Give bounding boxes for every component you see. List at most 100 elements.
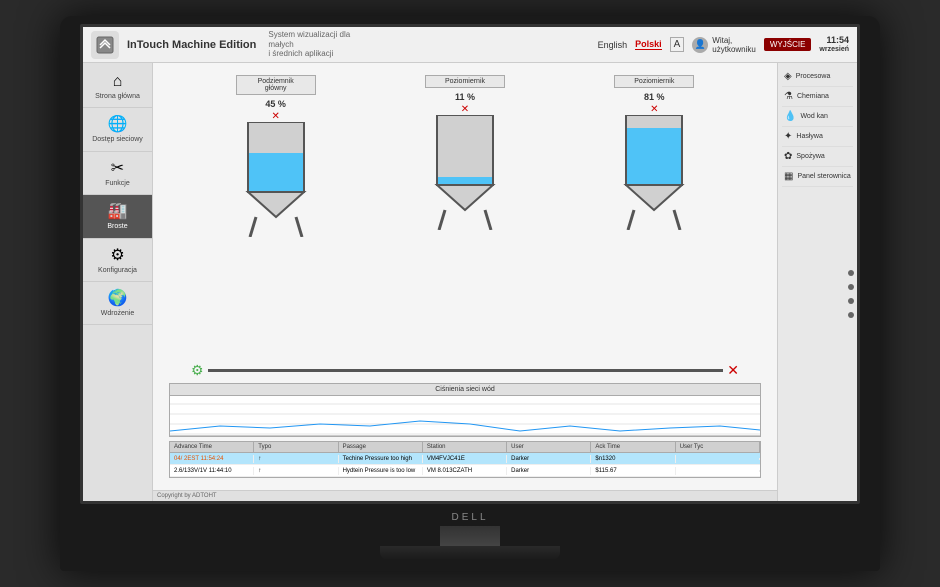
- right-nav-haslywa-label: Hasływa: [796, 133, 822, 140]
- alarm-1-user-tyc: [676, 458, 760, 460]
- factory-icon: 🏭: [108, 201, 128, 221]
- chemiana-icon: ⚗: [784, 91, 793, 102]
- globe-icon: 🌍: [108, 288, 128, 308]
- monitor-btn-1[interactable]: [848, 270, 854, 276]
- monitor-btn-3[interactable]: [848, 298, 854, 304]
- col-station: Station: [423, 442, 507, 452]
- lang-icon: A: [670, 37, 685, 52]
- lang-english[interactable]: English: [598, 40, 628, 50]
- col-user: User: [507, 442, 591, 452]
- tank-1: Podziemnik główny 45 % ✕: [236, 75, 316, 237]
- sidebar-label-config: Konfiguracja: [98, 267, 137, 275]
- right-nav-spozycza-label: Spożywa: [796, 153, 824, 160]
- spozycza-icon: ✿: [784, 151, 792, 162]
- user-info: 👤 Witaj, użytkowniku: [692, 36, 756, 54]
- right-nav-wodkan-label: Wod kan: [800, 113, 828, 120]
- col-passage: Passage: [339, 442, 423, 452]
- time-display: 11:54: [819, 35, 849, 46]
- sidebar-label-home: Strona główna: [95, 93, 140, 101]
- header: InTouch Machine Edition System wizualiza…: [83, 27, 857, 63]
- alarm-1-station: VM4FVJC41E: [423, 455, 507, 463]
- alarm-1-passage: Techine Pressure too high: [339, 455, 423, 463]
- tank-1-svg: [240, 122, 312, 237]
- monitor-btn-4[interactable]: [848, 312, 854, 318]
- monitor-stand-neck: [440, 526, 500, 546]
- chart-title: Ciśnienia sieci wód: [170, 384, 760, 396]
- tank-3-percent: 81 %: [644, 92, 665, 102]
- alarm-1-type: ↑: [254, 455, 338, 463]
- right-nav-chemiana[interactable]: ⚗ Chemiana: [782, 87, 853, 107]
- sidebar-item-network[interactable]: 🌐 Dostęp sieciowy: [83, 108, 152, 151]
- alarm-2-station: VM 8.013CZATH: [423, 467, 507, 475]
- functions-icon: ✂: [111, 158, 124, 178]
- right-nav-panel-label: Panel sterownica: [797, 173, 850, 180]
- monitor-brand: DELL: [451, 512, 488, 523]
- tank-2: Poziomiernik 11 % ✕: [425, 75, 505, 230]
- app-description: System wizualizacji dla małych i średnic…: [268, 30, 368, 59]
- col-typo: Typo: [254, 442, 338, 452]
- center-content: Podziemnik główny 45 % ✕: [153, 63, 777, 501]
- tank-2-valve-top: ✕: [461, 104, 469, 115]
- right-nav-haslywa[interactable]: ✦ Hasływa: [782, 127, 853, 147]
- app-name: InTouch: [127, 39, 169, 51]
- col-ack-time: Ack Time: [591, 442, 675, 452]
- welcome-label: Witaj,: [712, 36, 756, 45]
- monitor-buttons: [848, 270, 854, 318]
- col-user-tyc: User Tyc: [676, 442, 760, 452]
- sidebar-label-broste: Broste: [107, 223, 127, 231]
- logout-button[interactable]: WYJŚCIE: [764, 38, 812, 51]
- alarm-section: Advance Time Typo Passage Station User A…: [169, 441, 761, 478]
- tank-2-percent: 11 %: [455, 92, 475, 102]
- tank-3-valve-top: ✕: [650, 104, 658, 115]
- right-nav-procesowa-label: Procesowa: [796, 73, 831, 80]
- screen: InTouch Machine Edition System wizualiza…: [80, 24, 860, 504]
- sidebar-item-config[interactable]: ⚙ Konfiguracja: [83, 239, 152, 282]
- sidebar-item-functions[interactable]: ✂ Funkcje: [83, 152, 152, 195]
- lang-polski[interactable]: Polski: [635, 39, 662, 50]
- username-label: użytkowniku: [712, 45, 756, 54]
- tanks-area: Podziemnik główny 45 % ✕: [161, 71, 769, 372]
- procesowa-icon: ◈: [784, 71, 792, 82]
- chart-canvas: [170, 396, 760, 436]
- alarm-2-user-tyc: [676, 470, 760, 472]
- tank-3: Poziomiernik 81 % ✕: [614, 75, 694, 230]
- tank-1-valve-top: ✕: [271, 111, 279, 122]
- right-nav-procesowa[interactable]: ◈ Procesowa: [782, 67, 853, 87]
- copyright: Copyright by ADTOHT: [153, 490, 777, 501]
- network-icon: 🌐: [108, 114, 128, 134]
- sidebar-item-home[interactable]: ⌂ Strona główna: [83, 67, 152, 108]
- sidebar-item-deployment[interactable]: 🌍 Wdrożenie: [83, 282, 152, 325]
- alarm-1-user: Darker: [507, 455, 591, 463]
- alarm-1-ack-time: $n1320: [591, 455, 675, 463]
- tank-3-svg: [618, 115, 690, 230]
- sidebar-left: ⌂ Strona główna 🌐 Dostęp sieciowy ✂ Funk…: [83, 63, 153, 501]
- alarm-2-ack-time: $115.67: [591, 467, 675, 475]
- date-display: wrzesień: [819, 46, 849, 54]
- home-icon: ⌂: [113, 73, 123, 91]
- right-nav-chemiana-label: Chemiana: [797, 93, 829, 100]
- monitor: InTouch Machine Edition System wizualiza…: [60, 16, 880, 571]
- monitor-stand-base: [380, 546, 560, 560]
- clock: 11:54 wrzesień: [819, 35, 849, 54]
- chart-area: Ciśnienia sieci wód: [169, 383, 761, 437]
- sidebar-item-broste[interactable]: 🏭 Broste: [83, 195, 152, 238]
- tank-1-percent: 45 %: [265, 99, 286, 109]
- haslywa-icon: ✦: [784, 131, 792, 142]
- sidebar-label-functions: Funkcje: [105, 180, 130, 188]
- right-nav-spozycza[interactable]: ✿ Spożywa: [782, 147, 853, 167]
- config-icon: ⚙: [110, 245, 124, 265]
- app-subtitle: Machine Edition: [172, 39, 256, 51]
- process-view: Podziemnik główny 45 % ✕: [153, 63, 777, 490]
- main-area: ⌂ Strona główna 🌐 Dostęp sieciowy ✂ Funk…: [83, 63, 857, 501]
- sidebar-right: ◈ Procesowa ⚗ Chemiana 💧 Wod kan ✦ Hasły…: [777, 63, 857, 501]
- alarm-table-header: Advance Time Typo Passage Station User A…: [170, 442, 760, 453]
- right-nav-wodkan[interactable]: 💧 Wod kan: [782, 107, 853, 127]
- pipe-h-1: [208, 369, 724, 372]
- language-nav: English Polski A: [598, 37, 685, 52]
- right-nav-panel[interactable]: ▦ Panel sterownica: [782, 167, 853, 187]
- monitor-btn-2[interactable]: [848, 284, 854, 290]
- alarm-row-1[interactable]: 04/ 2EST 11:54:24 ↑ Techine Pressure too…: [170, 453, 760, 465]
- pipe-system: ⚙ ✕: [161, 362, 769, 379]
- tank-2-svg: [429, 115, 501, 230]
- alarm-row-2[interactable]: 2.6/133V/1V 11:44:10 ↑ Hydtein Pressure …: [170, 465, 760, 477]
